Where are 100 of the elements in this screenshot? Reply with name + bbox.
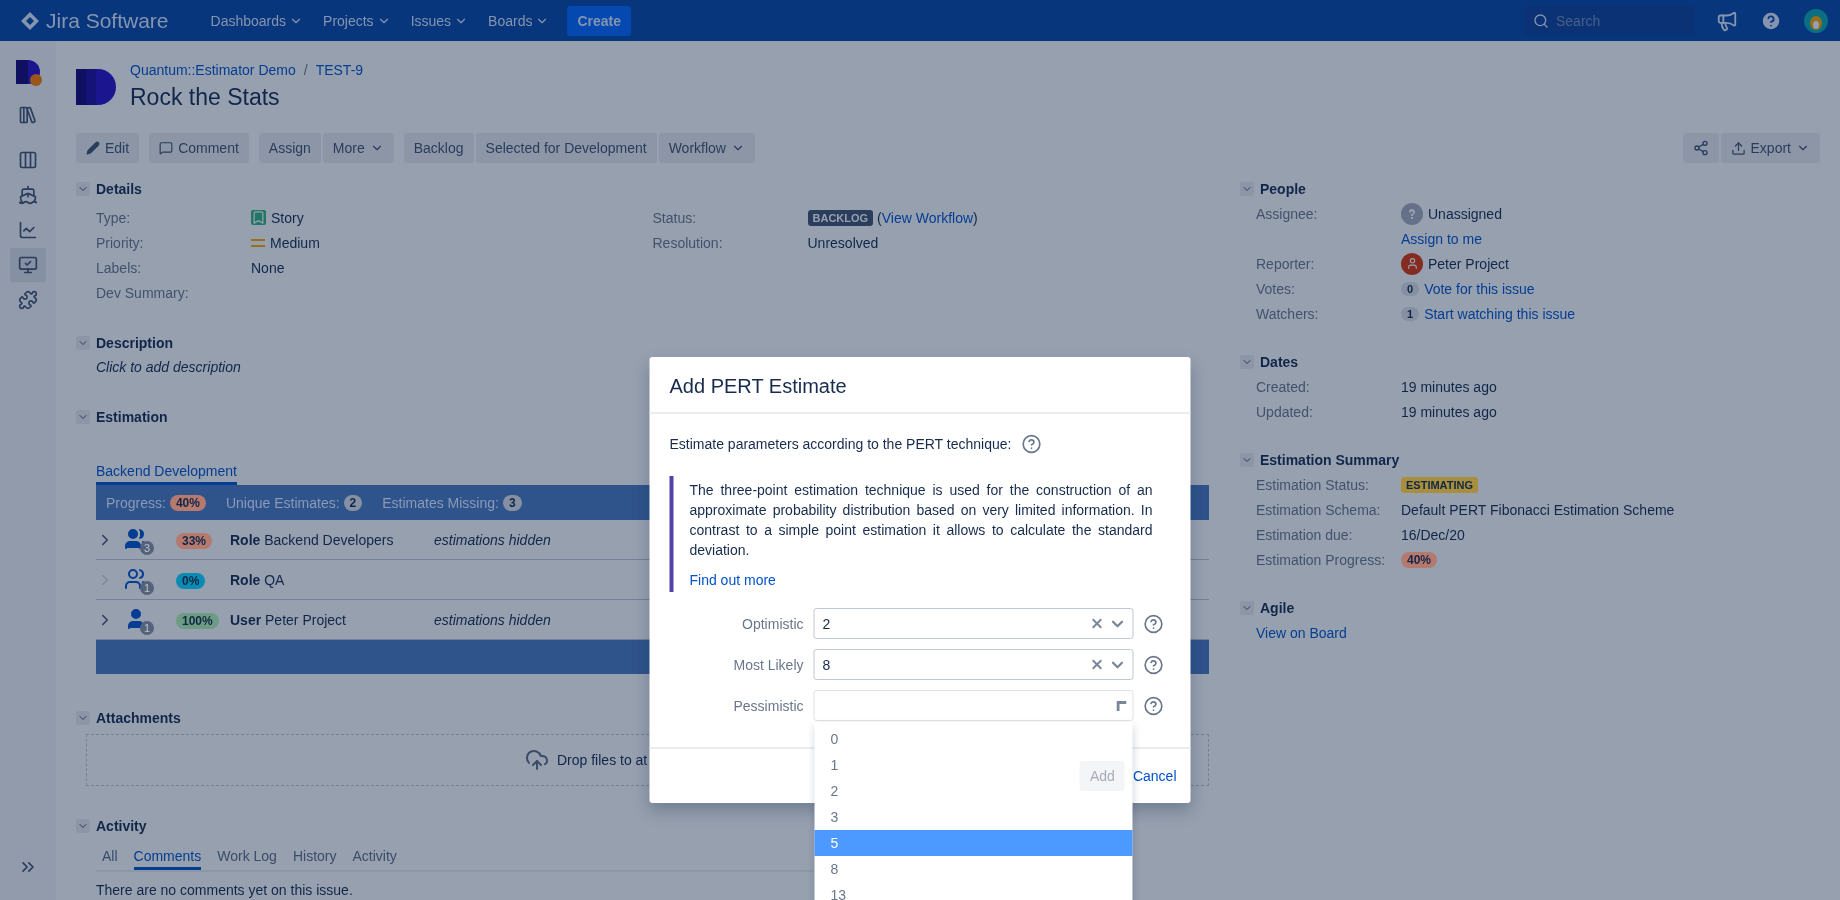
toolbar-button[interactable]: Selected for Development	[475, 133, 657, 163]
nav-menu[interactable]: Dashboards	[202, 4, 312, 37]
sidebar-item[interactable]	[10, 248, 46, 282]
count-badge: 1	[1401, 306, 1420, 321]
progress-badge: 0%	[176, 572, 206, 589]
estimator-name: Role QA	[230, 571, 286, 588]
search-field[interactable]: Search	[1524, 6, 1694, 35]
field-value: Unassigned	[1428, 205, 1502, 222]
section-title: People	[1260, 181, 1306, 197]
field-value: Peter Project	[1428, 255, 1509, 272]
parenthesis: )	[973, 209, 978, 226]
view-workflow-link[interactable]: View Workflow	[881, 209, 974, 226]
assign-to-me-link[interactable]: Assign to me	[1401, 230, 1482, 247]
help-icon[interactable]	[1143, 654, 1164, 675]
intro-text: Estimate parameters according to the PERT technique:	[669, 436, 1012, 452]
field-label: Created:	[1256, 378, 1310, 395]
collapse-toggle[interactable]	[1240, 601, 1254, 615]
monitor-check-icon	[18, 255, 38, 275]
estimation-note: estimations hidden	[434, 531, 551, 548]
megaphone-icon[interactable]	[1716, 9, 1738, 32]
pencil-icon	[86, 141, 100, 155]
toolbar-button[interactable]: Edit	[76, 133, 140, 163]
collapse-toggle[interactable]	[76, 410, 90, 424]
option-item[interactable]: 13	[814, 882, 863, 900]
action-link[interactable]: Vote for this issue	[1424, 280, 1535, 297]
toolbar-button[interactable]: Assign	[258, 133, 321, 163]
speech-bubble-icon	[159, 141, 174, 155]
field-label: Type:	[96, 209, 132, 226]
empty-comments-text: There are no comments yet on this issue.	[96, 882, 353, 898]
option-item[interactable]: 1	[814, 752, 855, 778]
field-value: 16/Dec/20	[1401, 526, 1465, 543]
help-icon[interactable]	[1760, 9, 1782, 32]
activity-tab[interactable]: All	[102, 848, 118, 870]
export-button[interactable]: Export	[1720, 133, 1820, 163]
breadcrumb-link[interactable]: Quantum::Estimator Demo	[130, 62, 296, 78]
parenthesis: (	[877, 209, 882, 226]
collapse-toggle[interactable]	[1240, 355, 1254, 369]
toolbar-button[interactable]: Workflow	[658, 133, 755, 163]
activity-tab[interactable]: Activity	[352, 848, 397, 870]
view-on-board-link[interactable]: View on Board	[1256, 624, 1347, 641]
field-label: Most Likely	[732, 656, 804, 673]
person-icon	[1405, 257, 1419, 270]
count-badge: 3	[140, 540, 154, 555]
option-item[interactable]: 5	[814, 830, 1133, 856]
clear-icon[interactable]	[1089, 657, 1105, 672]
section-title: Activity	[96, 818, 147, 834]
status-lozenge: BACKLOG	[807, 209, 874, 226]
collapse-toggle[interactable]	[76, 182, 90, 196]
clear-icon[interactable]	[1089, 616, 1105, 631]
count-badge: 0	[1401, 281, 1420, 296]
collapse-toggle[interactable]	[1240, 453, 1254, 467]
help-icon[interactable]	[1021, 434, 1042, 454]
find-out-more-link[interactable]: Find out more	[689, 572, 776, 588]
collapse-toggle[interactable]	[76, 711, 90, 725]
breadcrumb-link[interactable]: TEST-9	[315, 62, 364, 78]
user-avatar[interactable]	[1804, 8, 1828, 33]
summary-label: Progress:	[106, 494, 166, 511]
share-button[interactable]	[1682, 133, 1719, 163]
story-icon	[251, 210, 266, 225]
field-label: Dev Summary:	[96, 284, 190, 301]
nav-menu[interactable]: Issues	[402, 4, 477, 37]
search-icon	[1533, 13, 1549, 29]
field-label: Watchers:	[1256, 305, 1319, 322]
field-label: Reporter:	[1256, 255, 1315, 272]
breadcrumb-separator: /	[303, 62, 308, 78]
section-title: Attachments	[96, 710, 181, 726]
progress-badge: 33%	[176, 532, 213, 549]
cloud-upload-icon	[525, 748, 549, 772]
option-item[interactable]: 3	[814, 804, 855, 830]
activity-tab[interactable]: Work Log	[217, 848, 277, 870]
nav-menu[interactable]: Projects	[315, 4, 399, 37]
collapse-toggle[interactable]	[76, 819, 90, 833]
dialog-title: Add PERT Estimate	[649, 357, 1191, 414]
collapse-toggle[interactable]	[76, 336, 90, 350]
question-mark-icon	[1407, 207, 1417, 220]
summary-badge: 40%	[169, 494, 206, 511]
toolbar-button[interactable]: Comment	[149, 133, 249, 163]
activity-tab[interactable]: History	[292, 848, 337, 870]
collapse-toggle[interactable]	[1240, 182, 1254, 196]
product-name[interactable]: Jira Software	[46, 8, 169, 33]
toolbar-button[interactable]: More	[322, 133, 394, 163]
nav-menu[interactable]: Boards	[480, 4, 558, 37]
help-icon[interactable]	[1143, 695, 1164, 716]
action-link[interactable]: Start watching this issue	[1424, 305, 1576, 322]
field-value: Unresolved	[807, 234, 879, 251]
activity-tab[interactable]: Comments	[133, 848, 202, 870]
toolbar-button[interactable]: Backlog	[403, 133, 474, 163]
field-label: Votes:	[1256, 280, 1295, 297]
field-label: Estimation Progress:	[1256, 551, 1386, 568]
help-icon[interactable]	[1143, 613, 1164, 634]
diamond-logo-icon[interactable]	[20, 10, 40, 31]
option-item[interactable]: 8	[814, 856, 855, 882]
description-placeholder[interactable]: Click to add description	[96, 359, 241, 375]
columns-icon	[18, 150, 38, 170]
field-label: Updated:	[1256, 403, 1313, 420]
count-badge: 1	[140, 620, 154, 635]
create-button[interactable]: Create	[567, 5, 632, 36]
field-label: Estimation Schema:	[1256, 501, 1381, 518]
progress-badge: 100%	[176, 612, 219, 629]
summary-label: Estimates Missing:	[382, 494, 499, 511]
